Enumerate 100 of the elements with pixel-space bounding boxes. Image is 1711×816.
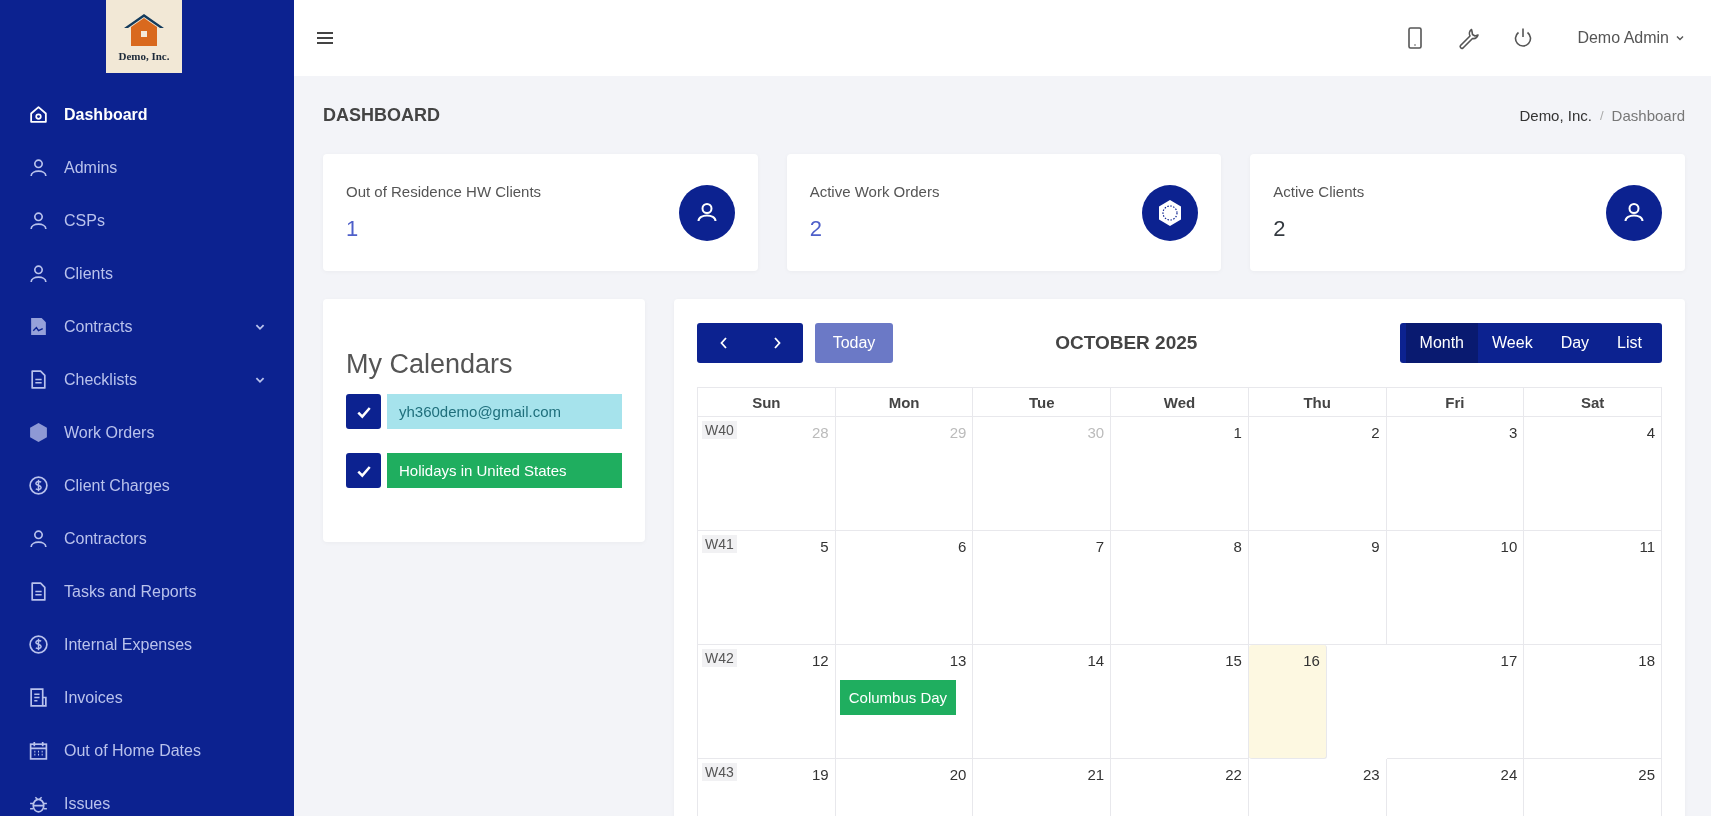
day-cell[interactable]: 20 [835, 759, 974, 816]
stat-value: 1 [346, 216, 360, 242]
day-cell[interactable]: 2 [1248, 417, 1387, 531]
day-cell[interactable]: 8 [1111, 531, 1249, 645]
person-icon [28, 263, 49, 284]
home-icon [28, 104, 49, 125]
today-button[interactable]: Today [815, 323, 893, 363]
card-title: My Calendars [346, 349, 514, 380]
person-icon [1606, 184, 1662, 241]
day-cell[interactable]: 23 [1248, 759, 1387, 816]
day-cell[interactable]: 6 [835, 531, 974, 645]
stat-label: Active Work Orders [809, 183, 940, 200]
day-number: 6 [957, 537, 968, 557]
sidebar-item[interactable]: Dashboard [0, 88, 294, 141]
day-number: 9 [1370, 537, 1381, 557]
sidebar-item[interactable]: Work Orders [0, 406, 294, 459]
weekday-header: Sun [698, 388, 836, 417]
sidebar-item[interactable]: CSPs [0, 194, 294, 247]
weekday-header: Sat [1524, 388, 1662, 417]
chevron-right-icon [771, 336, 782, 350]
checkbox[interactable] [346, 453, 381, 488]
document-icon [28, 369, 49, 390]
day-number: 2 [1370, 423, 1381, 443]
day-cell[interactable]: 22 [1111, 759, 1249, 816]
day-number: 18 [1637, 651, 1656, 671]
day-cell[interactable]: 14 [973, 645, 1112, 759]
dollar-icon [28, 475, 49, 496]
sidebar-item[interactable]: Internal Expenses [0, 618, 294, 671]
breadcrumb-item[interactable]: Demo, Inc. [1519, 106, 1592, 124]
day-number: 15 [1224, 651, 1243, 671]
day-cell[interactable]: W42 12 [698, 645, 836, 759]
user-menu[interactable]: Demo Admin [1577, 29, 1685, 47]
day-number: 17 [1499, 651, 1519, 671]
calendar-icon [28, 740, 49, 761]
sidebar-item[interactable]: Invoices [0, 671, 294, 724]
sidebar-item[interactable]: Client Charges [0, 459, 294, 512]
day-cell[interactable]: 18 [1524, 645, 1662, 759]
day-cell[interactable]: 25 [1524, 759, 1662, 816]
view-tab[interactable]: Day [1546, 323, 1604, 363]
hexagon-icon [28, 422, 49, 443]
menu-icon[interactable] [316, 31, 334, 45]
day-number: 11 [1638, 537, 1656, 557]
sidebar-item[interactable]: Contractors [0, 512, 294, 565]
day-cell[interactable]: W43 19 [698, 759, 836, 816]
day-cell[interactable]: 13 Columbus Day [835, 645, 974, 759]
day-number: 3 [1507, 423, 1519, 443]
stat-label: Out of Residence HW Clients [346, 183, 542, 200]
day-number: 29 [948, 423, 968, 443]
day-number: 13 [948, 651, 968, 671]
wrench-icon[interactable] [1457, 26, 1482, 50]
day-cell[interactable]: W41 5 [698, 531, 836, 645]
sidebar-item[interactable]: Out of Home Dates [0, 724, 294, 777]
day-number: 30 [1086, 423, 1106, 443]
breadcrumb-separator: / [1600, 107, 1604, 123]
stat-value: 2 [809, 216, 823, 242]
weekday-header: Wed [1111, 388, 1249, 417]
day-cell[interactable]: 21 [973, 759, 1112, 816]
day-cell[interactable]: 16 [1248, 645, 1327, 759]
weekday-header: Fri [1386, 388, 1525, 417]
day-cell[interactable]: 10 [1386, 531, 1525, 645]
day-cell[interactable]: W40 28 [698, 417, 836, 531]
sidebar-item[interactable]: Tasks and Reports [0, 565, 294, 618]
chevron-down-icon [1675, 33, 1685, 43]
day-number: 10 [1499, 537, 1519, 557]
day-number: 14 [1086, 651, 1106, 671]
checkbox[interactable] [346, 394, 381, 429]
company-logo: Demo, Inc. [106, 0, 182, 73]
day-number: 4 [1645, 423, 1656, 443]
day-number: 28 [811, 423, 830, 443]
day-number: 21 [1086, 765, 1106, 785]
invoice-icon [28, 687, 49, 708]
day-cell[interactable]: 11 [1524, 531, 1662, 645]
day-number: 1 [1232, 423, 1243, 443]
day-number: 7 [1094, 537, 1106, 557]
weekday-header: Thu [1248, 388, 1387, 417]
sidebar-item[interactable]: Issues [0, 777, 294, 816]
dollar-icon [28, 634, 49, 655]
stat-value: 2 [1273, 216, 1287, 242]
day-cell[interactable]: 24 [1386, 759, 1525, 816]
day-cell[interactable]: 4 [1524, 417, 1662, 531]
calendar-label: Holidays in United States [387, 453, 622, 488]
view-tab[interactable]: Week [1478, 323, 1547, 363]
day-number: 8 [1232, 537, 1243, 557]
day-cell[interactable]: 1 [1111, 417, 1249, 531]
sidebar-item[interactable]: Admins [0, 141, 294, 194]
view-tab[interactable]: List [1603, 323, 1656, 363]
day-number: 22 [1224, 765, 1243, 785]
day-cell[interactable]: 7 [973, 531, 1112, 645]
chevron-left-icon [718, 336, 729, 350]
sidebar-item[interactable]: Checklists [0, 353, 294, 406]
page-title: DASHBOARD [323, 104, 440, 126]
day-cell[interactable]: 3 [1386, 417, 1525, 531]
view-tab[interactable]: Month [1405, 323, 1478, 363]
day-cell[interactable]: 17 [1386, 645, 1525, 759]
month-title: OCTOBER 2025 [1055, 332, 1198, 354]
breadcrumb-item: Dashboard [1611, 106, 1685, 124]
day-cell[interactable]: 15 [1111, 645, 1249, 759]
sidebar-item[interactable]: Contracts [0, 300, 294, 353]
sidebar-item[interactable]: Clients [0, 247, 294, 300]
stat-label: Active Clients [1273, 183, 1365, 200]
